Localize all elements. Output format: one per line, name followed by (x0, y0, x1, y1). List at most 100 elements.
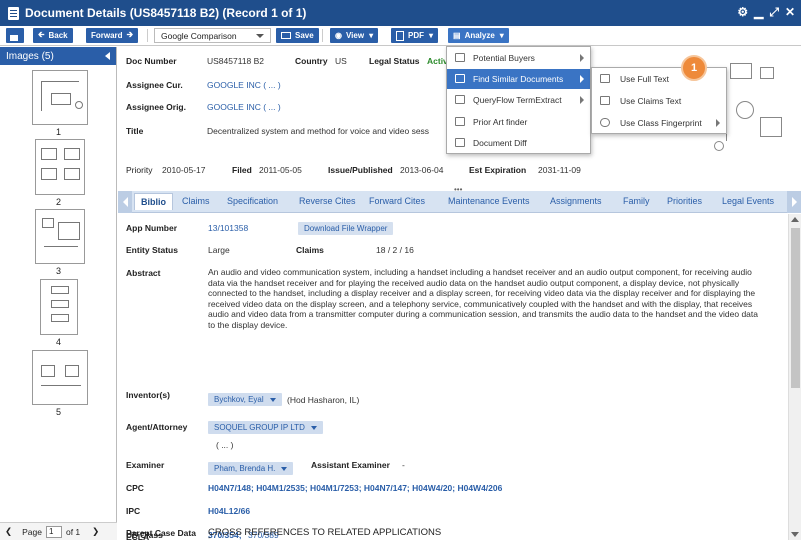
thumbnail-label: 1 (55, 127, 61, 137)
tab-maintenance-events[interactable]: Maintenance Events (448, 196, 530, 206)
scroll-down-icon[interactable] (791, 532, 799, 537)
chevron-down-icon: ▾ (499, 31, 504, 40)
agent-more-link[interactable]: ( ... ) (216, 440, 233, 450)
thumbnail-label: 2 (55, 197, 61, 207)
chart-icon: ▤ (453, 31, 461, 40)
menu-item-document-diff[interactable]: Document Diff (447, 133, 590, 153)
close-icon[interactable]: ✕ (785, 5, 795, 20)
collapse-left-icon[interactable] (105, 52, 110, 60)
tab-legal-events[interactable]: Legal Events (722, 196, 774, 206)
submenu-arrow-icon (580, 54, 584, 62)
buyers-icon (455, 53, 465, 62)
window-title: Document Details (US8457118 B2) (Record … (25, 6, 307, 20)
toolbar-divider (147, 29, 148, 42)
lock-icon (10, 34, 18, 41)
similar-docs-icon (455, 74, 465, 83)
image-thumbnail[interactable] (35, 139, 85, 195)
image-pager: ❮ Page 1 of 1 ❯ (0, 522, 117, 540)
image-thumbnail[interactable] (32, 70, 88, 125)
content-scrollbar[interactable] (788, 214, 801, 540)
fingerprint-icon (600, 118, 610, 127)
analyze-button[interactable]: ▤ Analyze ▾ (448, 28, 509, 43)
arrow-right-icon: 🡲 (126, 29, 134, 39)
tab-priorities[interactable]: Priorities (667, 196, 702, 206)
tab-assignments[interactable]: Assignments (550, 196, 602, 206)
ipc-code[interactable]: H04L12/66 (208, 506, 250, 516)
image-thumbnail[interactable] (32, 350, 88, 405)
save-button[interactable]: Save (276, 28, 319, 43)
tab-biblio[interactable]: Biblio (134, 193, 173, 210)
assignee-orig-label: Assignee Orig. (126, 102, 186, 112)
chevron-down-icon: ▾ (429, 31, 434, 40)
app-number-link[interactable]: 13/101358 (208, 223, 248, 233)
examiner-dropdown[interactable]: Pham, Brenda H. (208, 462, 294, 475)
pdf-button[interactable]: PDF ▾ (391, 28, 439, 43)
legal-status: Activ (427, 56, 448, 66)
queryflow-icon (455, 95, 465, 104)
chevron-down-icon (256, 34, 264, 38)
tabs-scroll-left[interactable] (118, 191, 132, 213)
lock-button[interactable] (6, 28, 24, 43)
title-bar: Document Details (US8457118 B2) (Record … (0, 0, 801, 26)
expiration-date: 2031-11-09 (538, 165, 581, 175)
doc-number: US8457118 B2 (207, 56, 265, 66)
inventor-dropdown[interactable]: Bychkov, Eyal (208, 393, 282, 406)
document-icon (8, 6, 19, 20)
forward-button[interactable]: Forward 🡲 (86, 28, 139, 43)
view-button[interactable]: ◉ View ▾ (330, 28, 379, 43)
callout-badge: 1 (681, 55, 707, 81)
chevron-down-icon: ▾ (369, 31, 374, 40)
app-number-label: App Number (126, 223, 177, 233)
back-button[interactable]: 🡰 Back (33, 28, 73, 43)
legal-status-label: Legal Status (369, 56, 420, 66)
scrollbar-thumb[interactable] (791, 228, 800, 388)
tabs-scroll-right[interactable] (787, 191, 801, 213)
cpc-codes[interactable]: H04N7/148; H04M1/2535; H04M1/7253; H04N7… (208, 483, 502, 493)
tab-specification[interactable]: Specification (227, 196, 278, 206)
examiner-label: Examiner (126, 460, 165, 470)
menu-item-find-similar-documents[interactable]: Find Similar Documents (447, 69, 590, 89)
submenu-arrow-icon (580, 96, 584, 104)
folder-icon (281, 32, 291, 39)
menu-item-queryflow-termextract[interactable]: QueryFlow TermExtract (447, 90, 590, 110)
filed-label: Filed (232, 165, 252, 175)
issue-label: Issue/Published (328, 165, 393, 175)
thumbnail-label: 4 (55, 337, 61, 347)
thumbnail-label: 5 (55, 407, 61, 417)
minimize-icon[interactable]: ▁ (754, 5, 763, 20)
tab-forward-cites[interactable]: Forward Cites (369, 196, 425, 206)
compare-select[interactable]: Google Comparison (154, 28, 271, 43)
tab-family[interactable]: Family (623, 196, 650, 206)
next-page-icon[interactable]: ❯ (92, 526, 99, 537)
page-input[interactable]: 1 (45, 525, 62, 538)
assignee-cur-label: Assignee Cur. (126, 80, 183, 90)
agent-dropdown[interactable]: SOQUEL GROUP IP LTD (208, 421, 323, 434)
download-file-wrapper-button[interactable]: Download File Wrapper (298, 222, 394, 235)
image-thumbnail[interactable] (35, 209, 85, 264)
maximize-icon[interactable]: ⤢ (769, 5, 779, 20)
scroll-up-icon[interactable] (791, 217, 799, 222)
entity-status-label: Entity Status (126, 245, 178, 255)
toolbar: 🡰 Back Forward 🡲 Google Comparison Save … (0, 26, 801, 46)
settings-icon[interactable]: ⚙ (737, 5, 748, 20)
thumbnail-label: 3 (55, 266, 61, 276)
claims-list-icon (600, 96, 610, 105)
menu-item-use-claims-text[interactable]: Use Claims Text (592, 91, 726, 111)
filed-date: 2011-05-05 (259, 165, 302, 175)
detail-tabs: Biblio Claims Specification Reverse Cite… (118, 191, 801, 213)
tab-claims[interactable]: Claims (182, 196, 210, 206)
menu-item-prior-art-finder[interactable]: Prior Art finder (447, 112, 590, 132)
menu-item-potential-buyers[interactable]: Potential Buyers (447, 48, 590, 68)
ipc-label: IPC (126, 506, 141, 516)
chevron-down-icon (269, 397, 276, 402)
assignee-cur-link[interactable]: GOOGLE INC ( ... ) (207, 80, 281, 90)
find-similar-submenu: Use Full Text Use Claims Text Use Class … (591, 67, 727, 134)
country: US (335, 56, 347, 66)
expiration-label: Est Expiration (469, 165, 527, 175)
assignee-orig-link[interactable]: GOOGLE INC ( ... ) (207, 102, 281, 112)
menu-item-use-class-fingerprint[interactable]: Use Class Fingerprint (592, 113, 726, 133)
image-thumbnail[interactable] (40, 279, 78, 335)
tab-reverse-cites[interactable]: Reverse Cites (299, 196, 356, 206)
chevron-left-icon (122, 197, 128, 207)
prev-page-icon[interactable]: ❮ (5, 526, 12, 537)
